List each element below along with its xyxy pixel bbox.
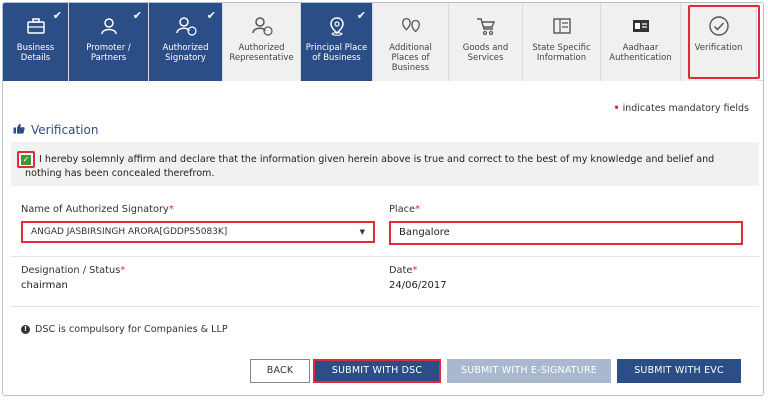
tab-authorized-representative[interactable]: Authorized Representative — [223, 3, 301, 81]
tab-label: Additional Places of Business — [389, 43, 432, 73]
signatory-label: Name of Authorized Signatory* — [21, 204, 174, 215]
check-icon: ✔ — [206, 9, 216, 22]
tab-promoter-partners[interactable]: ✔ Promoter / Partners — [69, 3, 149, 81]
tab-label: Business Details — [16, 43, 55, 63]
thumbs-up-icon — [13, 123, 25, 137]
checkmark-icon: ✓ — [21, 154, 31, 165]
affirmation-text-cont: nothing has been concealed therefrom. — [25, 168, 215, 179]
check-icon: ✔ — [52, 9, 62, 22]
back-button[interactable]: BACK — [250, 359, 310, 383]
tab-principal-place[interactable]: ✔ Principal Place of Business — [301, 3, 373, 81]
submit-with-esignature-button[interactable]: SUBMIT WITH E-SIGNATURE — [447, 359, 611, 383]
designation-label: Designation / Status* — [21, 265, 126, 276]
divider — [11, 306, 759, 307]
tab-label: State Specific Information — [532, 43, 591, 63]
signatory-value: ANGAD JASBIRSINGH ARORA[GDDPS5083K] — [31, 227, 228, 237]
section-title-text: Verification — [31, 123, 99, 137]
affirmation-checkbox[interactable]: ✓ — [17, 151, 35, 168]
check-circle-icon — [708, 15, 730, 37]
tab-authorized-signatory[interactable]: ✔ Authorized Signatory — [149, 3, 223, 81]
date-label: Date* — [389, 265, 418, 276]
tab-label: Goods and Services — [462, 43, 509, 63]
signatory-select[interactable]: ANGAD JASBIRSINGH ARORA[GDDPS5083K] ▼ — [21, 221, 375, 243]
dsc-info-text: DSC is compulsory for Companies & LLP — [35, 324, 228, 335]
verification-page: ✔ Business Details ✔ Promoter / Partners… — [2, 2, 764, 396]
place-input[interactable]: Bangalore — [389, 221, 743, 245]
tab-label: Principal Place of Business — [305, 43, 368, 63]
affirmation-text: I hereby solemnly affirm and declare tha… — [39, 154, 715, 165]
registration-tabs: ✔ Business Details ✔ Promoter / Partners… — [3, 3, 763, 81]
briefcase-icon — [25, 15, 47, 37]
cart-icon — [475, 15, 497, 37]
tab-label: Authorized Representative — [229, 43, 294, 63]
designation-value: chairman — [21, 280, 68, 291]
tab-state-specific[interactable]: State Specific Information — [523, 3, 601, 81]
tab-goods-services[interactable]: Goods and Services — [449, 3, 523, 81]
divider — [11, 256, 759, 257]
info-icon: ! — [21, 325, 30, 334]
tab-business-details[interactable]: ✔ Business Details — [3, 3, 69, 81]
submit-with-dsc-button[interactable]: SUBMIT WITH DSC — [313, 359, 441, 383]
multi-location-icon — [400, 15, 422, 37]
place-label: Place* — [389, 204, 420, 215]
dsc-info-note: ! DSC is compulsory for Companies & LLP — [21, 324, 228, 335]
submit-with-evc-button[interactable]: SUBMIT WITH EVC — [617, 359, 741, 383]
tab-additional-places[interactable]: Additional Places of Business — [373, 3, 449, 81]
person-icon — [98, 15, 120, 37]
check-icon: ✔ — [356, 9, 366, 22]
tab-label: Promoter / Partners — [86, 43, 131, 63]
section-title: Verification — [13, 123, 98, 137]
person-edit-icon — [175, 15, 197, 37]
check-icon: ✔ — [132, 9, 142, 22]
dropdown-arrow-icon: ▼ — [359, 228, 365, 236]
form-grid-icon — [551, 15, 573, 37]
tab-aadhaar-authentication[interactable]: Aadhaar Authentication — [601, 3, 681, 81]
tab-label: Authorized Signatory — [162, 43, 209, 63]
date-value: 24/06/2017 — [389, 280, 447, 291]
id-card-icon — [630, 15, 652, 37]
person-edit-icon — [251, 15, 273, 37]
tab-label: Verification — [694, 43, 743, 53]
location-pin-icon — [326, 15, 348, 37]
tab-verification[interactable]: Verification — [681, 3, 757, 81]
tab-label: Aadhaar Authentication — [609, 43, 672, 63]
mandatory-note: • indicates mandatory fields — [613, 103, 749, 114]
